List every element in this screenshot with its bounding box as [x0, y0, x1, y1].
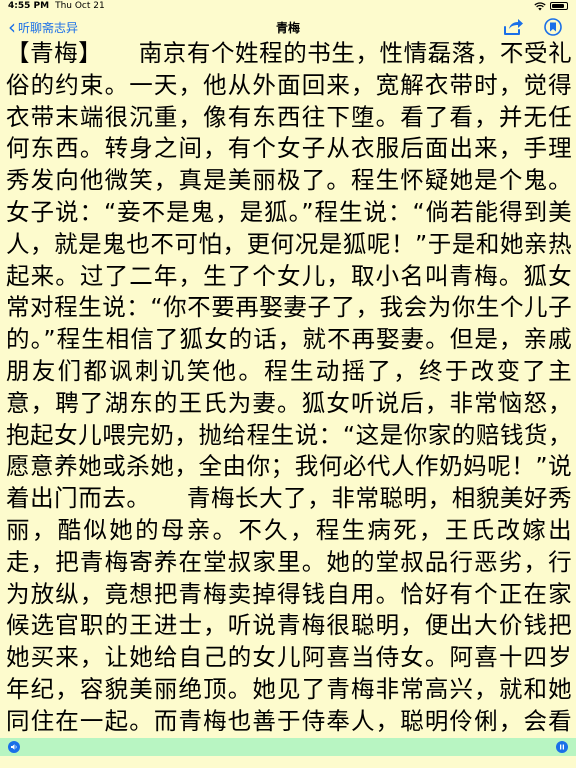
share-icon [504, 19, 523, 35]
pause-button[interactable] [556, 741, 568, 753]
bookmark-button[interactable] [544, 18, 562, 36]
wifi-icon [534, 1, 546, 10]
chapter-text: 【青梅】 南京有个姓程的书生，性情磊落，不受礼俗的约束。一天，他从外面回来，宽解… [6, 39, 572, 735]
speaker-icon [11, 744, 17, 750]
audio-control-bar [0, 738, 576, 756]
share-button[interactable] [502, 17, 524, 37]
nav-actions [502, 17, 568, 37]
pause-icon [560, 744, 564, 750]
status-time: 4:55 PM [8, 1, 50, 11]
chevron-left-icon: ‹ [8, 15, 16, 39]
back-button-label: 听聊斋志异 [18, 20, 79, 35]
battery-icon [550, 2, 568, 10]
bookmark-icon [544, 18, 562, 36]
home-indicator-area [0, 756, 576, 768]
page-title: 青梅 [275, 20, 301, 35]
status-bar: 4:55 PM Thu Oct 21 [0, 0, 576, 12]
status-indicators [534, 1, 568, 11]
speaker-button[interactable] [8, 741, 20, 753]
back-button[interactable]: ‹ 听聊斋志异 [8, 17, 78, 37]
status-date: Thu Oct 21 [55, 1, 105, 11]
